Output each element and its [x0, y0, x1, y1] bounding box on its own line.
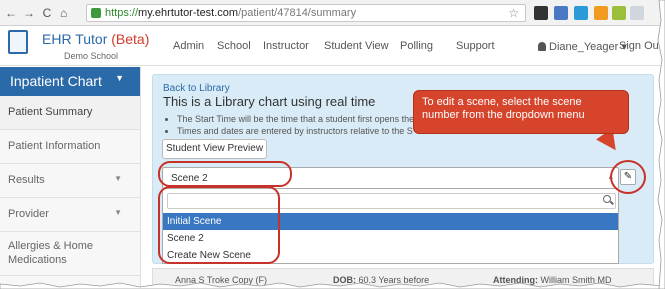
browser-toolbar: ← → C ⌂ https://my.ehrtutor-test.com/pat… [0, 0, 665, 26]
caret-down-icon: ▼ [114, 174, 122, 183]
extension-icon[interactable] [630, 6, 644, 20]
school-name: Demo School [64, 51, 119, 61]
page-title: This is a Library chart using real time [163, 94, 376, 109]
ehr-tutor-logo-icon[interactable] [8, 30, 28, 54]
highlight-ring-select [158, 161, 292, 187]
url-path: /patient/47814/summary [238, 7, 357, 19]
beta-label: (Beta) [111, 31, 150, 47]
back-arrow-icon[interactable]: ← [4, 6, 18, 20]
info-list: The Start Time will be the time that a s… [177, 113, 414, 137]
app-header: EHR Tutor (Beta) Demo School Admin Schoo… [0, 26, 665, 66]
nav-support[interactable]: Support [456, 40, 495, 52]
user-menu[interactable]: Diane_Yeager ▾ [538, 40, 627, 53]
sidebar-item-allergies[interactable]: Allergies & Home Medications [0, 232, 140, 276]
sidebar-heading-label: Inpatient Chart [10, 73, 102, 89]
lock-icon [91, 8, 101, 18]
sidebar-item-label: Allergies & Home Medications [8, 240, 93, 266]
url-scheme: https:// [105, 7, 139, 19]
search-icon [603, 195, 611, 203]
info-item: Times and dates are entered by instructo… [177, 125, 414, 137]
sidebar-item-label: Results [8, 174, 45, 186]
sidebar-item-results[interactable]: Results ▼ [0, 164, 140, 198]
torn-edge-bottom [0, 282, 665, 289]
sidebar-item-provider[interactable]: Provider ▼ [0, 198, 140, 232]
sidebar-heading[interactable]: Inpatient Chart ▼ [0, 67, 140, 96]
nav-instructor[interactable]: Instructor [263, 40, 309, 52]
extension-icon[interactable] [574, 6, 588, 20]
sidebar-item-label: Provider [8, 208, 49, 220]
forward-arrow-icon[interactable]: → [22, 6, 36, 20]
brand-name: EHR Tutor [42, 31, 108, 47]
highlight-ring-options [158, 186, 280, 264]
sidebar-item-label: Patient Information [8, 140, 101, 152]
back-to-library-link[interactable]: Back to Library [163, 83, 230, 94]
extension-icon[interactable] [534, 6, 548, 20]
brand-title[interactable]: EHR Tutor (Beta) [42, 31, 149, 47]
instruction-callout: To edit a scene, select the scene number… [413, 90, 629, 134]
user-icon [538, 42, 546, 51]
home-icon[interactable]: ⌂ [60, 6, 67, 20]
address-bar[interactable]: https://my.ehrtutor-test.com/patient/478… [86, 4, 526, 22]
extension-icon[interactable] [554, 6, 568, 20]
info-item: The Start Time will be the time that a s… [177, 113, 414, 125]
sidebar: Inpatient Chart ▼ Patient Summary Patien… [0, 67, 141, 289]
nav-polling[interactable]: Polling [400, 40, 433, 52]
nav-school[interactable]: School [217, 40, 251, 52]
sidebar-item-label: Patient Summary [8, 106, 93, 118]
url-host: my.ehrtutor-test.com [138, 7, 239, 19]
bookmark-star-icon[interactable]: ☆ [508, 6, 519, 20]
extension-icon[interactable] [594, 6, 608, 20]
nav-admin[interactable]: Admin [173, 40, 204, 52]
sidebar-item-patient-information[interactable]: Patient Information [0, 130, 140, 164]
reload-icon[interactable]: C [40, 6, 54, 20]
user-name: Diane_Yeager [549, 41, 619, 53]
extension-icon[interactable] [612, 6, 626, 20]
student-view-preview-button[interactable]: Student View Preview [162, 139, 267, 159]
caret-down-icon: ▼ [114, 208, 122, 217]
caret-down-icon: ▼ [115, 73, 124, 83]
nav-student-view[interactable]: Student View [324, 40, 389, 52]
torn-edge-right [657, 0, 665, 289]
highlight-ring-pencil [610, 160, 646, 194]
sidebar-item-patient-summary[interactable]: Patient Summary [0, 96, 140, 130]
